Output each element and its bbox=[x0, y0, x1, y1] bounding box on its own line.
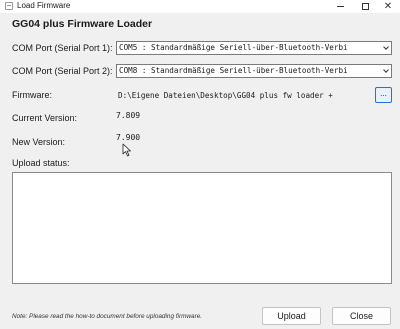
page-title: GG04 plus Firmware Loader bbox=[12, 18, 153, 30]
com-port-1-select[interactable]: COM5 : Standardmäßige Seriell-über-Bluet… bbox=[116, 41, 392, 55]
chevron-down-icon[interactable] bbox=[380, 65, 391, 77]
com-port-2-select[interactable]: COM8 : Standardmäßige Seriell-über-Bluet… bbox=[116, 64, 392, 78]
close-icon: ✕ bbox=[383, 0, 393, 12]
firmware-label: Firmware: bbox=[12, 90, 52, 100]
minimize-icon bbox=[336, 6, 344, 7]
com-port-1-value: COM5 : Standardmäßige Seriell-über-Bluet… bbox=[119, 43, 348, 52]
com-port-2-label: COM Port (Serial Port 2): bbox=[12, 66, 113, 76]
maximize-button[interactable] bbox=[353, 0, 377, 13]
upload-button[interactable]: Upload bbox=[262, 307, 321, 325]
upload-status-label: Upload status: bbox=[12, 158, 70, 168]
browse-button[interactable]: ... bbox=[375, 87, 392, 103]
com-port-1-label: COM Port (Serial Port 1): bbox=[12, 43, 113, 53]
app-icon bbox=[5, 2, 13, 10]
current-version-label: Current Version: bbox=[12, 113, 78, 123]
current-version-value: 7.809 bbox=[116, 111, 141, 120]
note-text: Note: Please read the how-to document be… bbox=[12, 313, 203, 320]
com-port-2-value: COM8 : Standardmäßige Seriell-über-Bluet… bbox=[119, 66, 348, 75]
window-title: Load Firmware bbox=[17, 1, 71, 10]
upload-status-textarea[interactable] bbox=[12, 172, 392, 284]
chevron-down-icon[interactable] bbox=[380, 42, 391, 54]
firmware-path-field[interactable]: D:\Eigene Dateien\Desktop\GG04 plus fw l… bbox=[116, 88, 372, 103]
new-version-label: New Version: bbox=[12, 137, 66, 147]
window-close-button[interactable]: ✕ bbox=[376, 0, 400, 13]
mouse-cursor-icon bbox=[122, 143, 131, 157]
minimize-button[interactable] bbox=[328, 0, 352, 13]
maximize-icon bbox=[361, 3, 369, 10]
close-button[interactable]: Close bbox=[332, 307, 391, 325]
